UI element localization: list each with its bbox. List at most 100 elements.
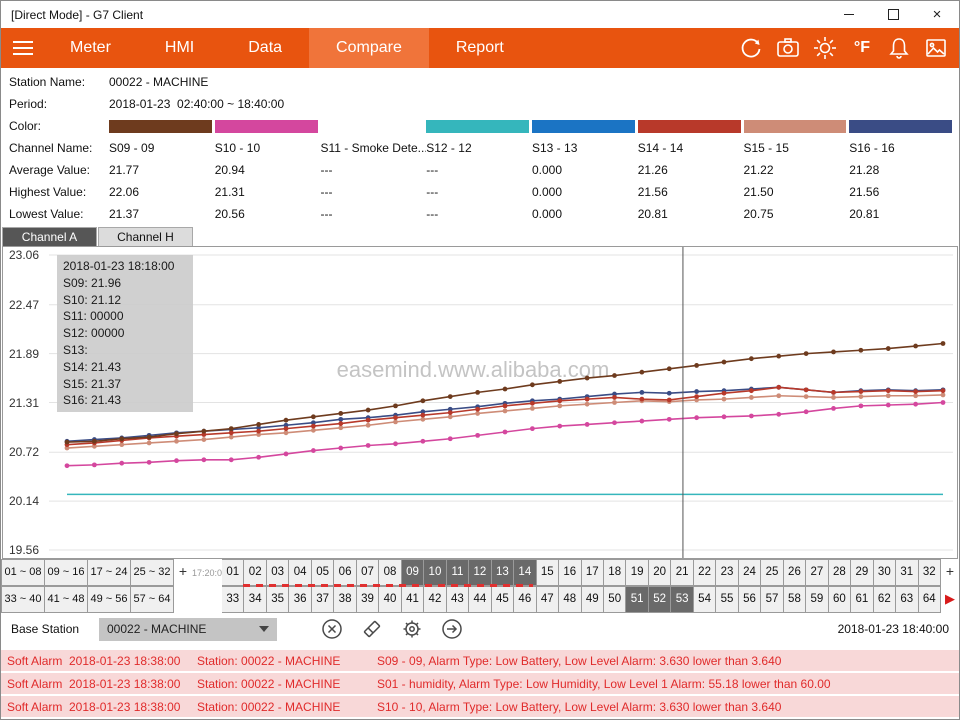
channel-cell-53[interactable]: 53 [671,586,693,613]
go-button[interactable] [439,616,465,642]
range-cell[interactable]: 41 ~ 48 [44,586,88,613]
channel-cell-42[interactable]: 42 [424,586,446,613]
channel-cell-47[interactable]: 47 [537,586,559,613]
channel-cell-25[interactable]: 25 [761,559,783,586]
range-cell[interactable]: 49 ~ 56 [87,586,131,613]
channel-cell-38[interactable]: 38 [334,586,356,613]
camera-icon[interactable] [773,33,803,63]
bell-icon[interactable] [884,33,914,63]
channel-cell-58[interactable]: 58 [784,586,806,613]
channel-cell-36[interactable]: 36 [289,586,311,613]
channel-cell-33[interactable]: 33 [222,586,244,613]
image-icon[interactable] [921,33,951,63]
channel-cell-11[interactable]: 11 [447,559,469,586]
range-cell[interactable]: 09 ~ 16 [44,559,88,586]
channel-cell-29[interactable]: 29 [851,559,873,586]
nav-item-data[interactable]: Data [221,28,309,68]
channel-cell-46[interactable]: 46 [514,586,536,613]
channel-cell-04[interactable]: 04 [289,559,311,586]
channel-cell-28[interactable]: 28 [829,559,851,586]
channel-cell-26[interactable]: 26 [784,559,806,586]
channel-cell-59[interactable]: 59 [806,586,828,613]
channel-cell-34[interactable]: 34 [244,586,266,613]
channel-cell-37[interactable]: 37 [312,586,334,613]
channel-cell-30[interactable]: 30 [874,559,896,586]
minimize-button[interactable] [827,1,871,28]
chart-area[interactable]: easemind.www.alibaba.com 23.0622.4721.89… [2,246,958,559]
channel-cell-43[interactable]: 43 [447,586,469,613]
channel-cell-01[interactable]: 01 [222,559,244,586]
channel-cell-18[interactable]: 18 [604,559,626,586]
clear-button[interactable] [319,616,345,642]
channel-cell-48[interactable]: 48 [559,586,581,613]
channel-cell-23[interactable]: 23 [716,559,738,586]
channel-cell-19[interactable]: 19 [626,559,648,586]
channel-cell-07[interactable]: 07 [357,559,379,586]
channel-cell-41[interactable]: 41 [402,586,424,613]
maximize-button[interactable] [871,1,915,28]
channel-cell-31[interactable]: 31 [896,559,918,586]
channel-cell-05[interactable]: 05 [312,559,334,586]
channel-cell-56[interactable]: 56 [739,586,761,613]
base-station-dropdown[interactable]: 00022 - MACHINE [99,618,277,641]
gear-icon[interactable] [399,616,425,642]
range-cell[interactable]: 01 ~ 08 [1,559,45,586]
eraser-icon[interactable] [359,616,385,642]
expand-plus[interactable]: + [174,559,192,586]
channel-cell-51[interactable]: 51 [626,586,648,613]
channel-cell-40[interactable]: 40 [379,586,401,613]
channel-cell-13[interactable]: 13 [492,559,514,586]
range-cell[interactable]: 25 ~ 32 [130,559,174,586]
nav-item-meter[interactable]: Meter [43,28,138,68]
channel-cell-12[interactable]: 12 [469,559,491,586]
alarm-row[interactable]: Soft Alarm2018-01-23 18:38:00Station: 00… [1,673,959,694]
expand-plus[interactable]: + [941,559,959,586]
channel-cell-44[interactable]: 44 [469,586,491,613]
channel-cell-02[interactable]: 02 [244,559,266,586]
channel-cell-39[interactable]: 39 [357,586,379,613]
nav-item-report[interactable]: Report [429,28,531,68]
range-cell[interactable]: 57 ~ 64 [130,586,174,613]
channel-cell-27[interactable]: 27 [806,559,828,586]
channel-cell-09[interactable]: 09 [402,559,424,586]
tab-channel-a[interactable]: Channel A [2,227,97,246]
channel-cell-20[interactable]: 20 [649,559,671,586]
channel-cell-49[interactable]: 49 [582,586,604,613]
alarm-row[interactable]: Soft Alarm2018-01-23 18:38:00Station: 00… [1,696,959,717]
channel-cell-55[interactable]: 55 [716,586,738,613]
brightness-icon[interactable] [810,33,840,63]
channel-cell-64[interactable]: 64 [919,586,941,613]
channel-cell-17[interactable]: 17 [582,559,604,586]
channel-cell-35[interactable]: 35 [267,586,289,613]
channel-cell-45[interactable]: 45 [492,586,514,613]
nav-item-compare[interactable]: Compare [309,28,429,68]
channel-cell-60[interactable]: 60 [829,586,851,613]
channel-cell-22[interactable]: 22 [694,559,716,586]
range-cell[interactable]: 33 ~ 40 [1,586,45,613]
tab-channel-h[interactable]: Channel H [98,227,193,246]
sync-icon[interactable] [736,33,766,63]
channel-cell-03[interactable]: 03 [267,559,289,586]
channel-cell-16[interactable]: 16 [559,559,581,586]
alarm-row[interactable]: Soft Alarm2018-01-23 18:38:00Station: 00… [1,650,959,671]
close-button[interactable]: × [915,1,959,28]
range-cell[interactable]: 17 ~ 24 [87,559,131,586]
channel-cell-15[interactable]: 15 [537,559,559,586]
channel-cell-06[interactable]: 06 [334,559,356,586]
channel-cell-08[interactable]: 08 [379,559,401,586]
channel-cell-24[interactable]: 24 [739,559,761,586]
channel-cell-57[interactable]: 57 [761,586,783,613]
channel-cell-52[interactable]: 52 [649,586,671,613]
nav-item-hmi[interactable]: HMI [138,28,221,68]
fahrenheit-icon[interactable]: °F [847,33,877,63]
channel-cell-10[interactable]: 10 [424,559,446,586]
channel-cell-62[interactable]: 62 [874,586,896,613]
channel-cell-14[interactable]: 14 [514,559,536,586]
channel-cell-54[interactable]: 54 [694,586,716,613]
next-page-arrow[interactable]: ▶ [941,586,959,613]
channel-cell-63[interactable]: 63 [896,586,918,613]
menu-icon[interactable] [1,28,43,68]
channel-cell-50[interactable]: 50 [604,586,626,613]
channel-cell-32[interactable]: 32 [919,559,941,586]
channel-cell-61[interactable]: 61 [851,586,873,613]
